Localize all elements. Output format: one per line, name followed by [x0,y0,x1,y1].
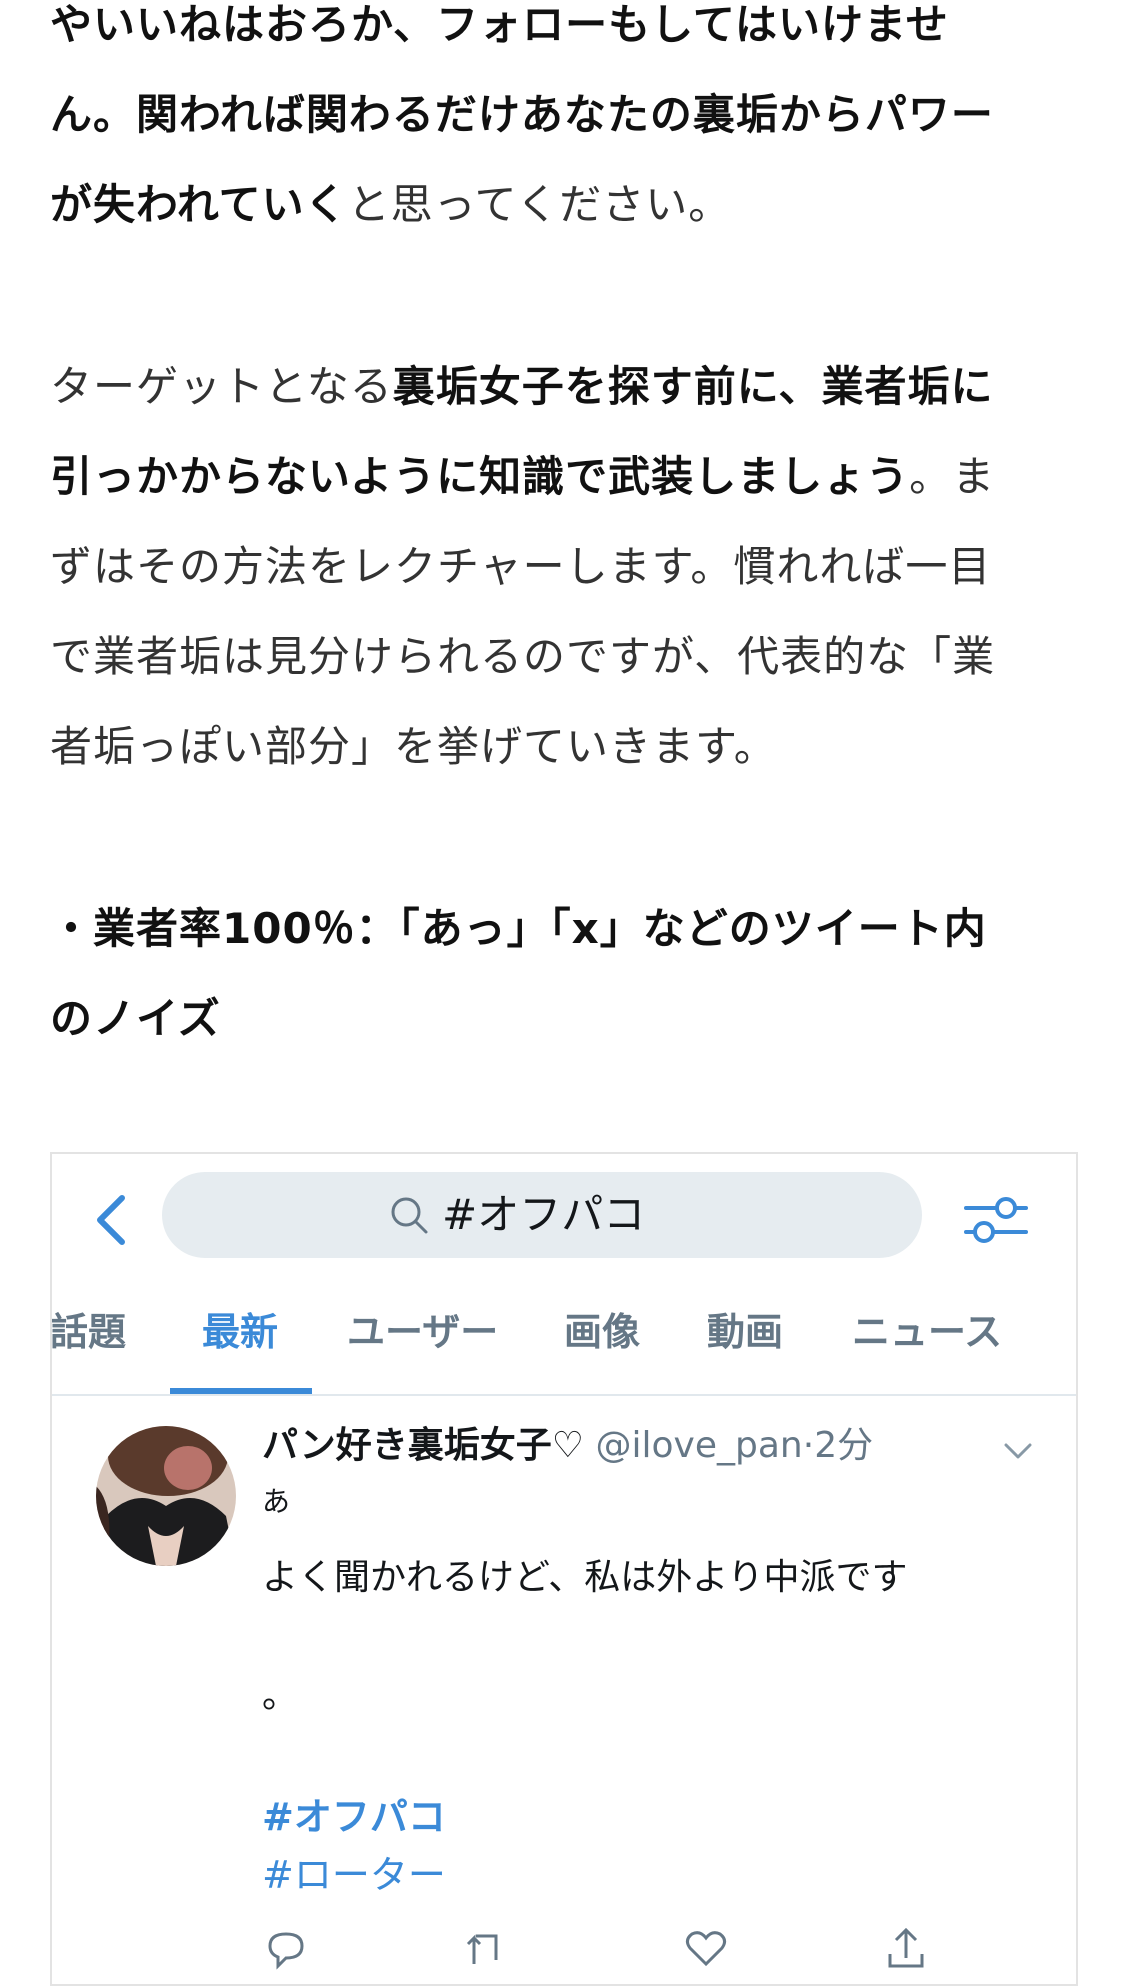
tweet-text: よく聞かれるけど、私は外より中派です [262,1557,908,1598]
avatar-image [96,1426,236,1566]
bold-text: 引っかからないように知識で武装しましょう [50,452,910,501]
tab-users[interactable]: ユーザー [347,1284,498,1394]
reply-icon[interactable] [262,1924,310,1972]
separator: · [802,1425,815,1466]
chevron-down-icon[interactable] [998,1436,1038,1466]
paragraph-line: 引っかからないように知識で武装しましょう。ま [50,432,1080,522]
paragraph-line: やいいねはおろか、フォローもしてはいけませ [50,0,1080,70]
bold-text: ん。関われば関わるだけあなたの裏垢からパワー [50,90,994,139]
paragraph-line: 者垢っぽい部分」を挙げていきます。 [50,702,1080,792]
active-tab-indicator [170,1388,312,1394]
plain-text: ターゲットとなる [50,362,393,411]
search-tabs: 話題 最新 ユーザー 画像 動画 ニュース [52,1284,1076,1396]
back-chevron-icon[interactable] [82,1184,142,1256]
bold-text: 裏垢女子を探す前に、業者垢に [392,362,994,411]
tweet-text: あ [262,1485,291,1518]
tab-latest[interactable]: 最新 [202,1284,278,1394]
paragraph-line: ずはその方法をレクチャーします。慣れれば一目 [50,522,1080,612]
avatar[interactable] [96,1426,236,1566]
plain-text: で業者垢は見分けられるのですが、代表的な「業 [50,632,996,681]
tweet-actions [262,1924,962,1984]
search-topbar: #オフパコ [52,1154,1076,1284]
bold-text: やいいねはおろか、フォローもしてはいけませ [50,0,949,49]
search-input[interactable]: #オフパコ [162,1172,922,1258]
plain-text: と思ってください。 [347,180,732,229]
section-heading: のノイズ [50,994,221,1043]
paragraph-line: が失われていくと思ってください。 [50,160,1080,250]
hashtag-link[interactable]: #オフパコ [262,1786,446,1841]
display-name[interactable]: パン好き裏垢女子♡ [262,1425,584,1466]
tweet-time: 2分 [814,1425,874,1466]
paragraph-line: で業者垢は見分けられるのですが、代表的な「業 [50,612,1080,702]
plain-text: ずはその方法をレクチャーします。慣れれば一目 [50,542,992,591]
tweet[interactable]: パン好き裏垢女子♡ @ilove_pan·2分 あ よく聞かれるけど、私は外より… [52,1396,1076,1984]
plain-text: 者垢っぽい部分」を挙げていきます。 [50,722,777,771]
tab-images[interactable]: 画像 [564,1284,640,1394]
bold-text: が失われていく [50,180,348,229]
filter-icon[interactable] [960,1184,1032,1256]
paragraph-line: ん。関われば関わるだけあなたの裏垢からパワー [50,70,1080,160]
retweet-icon[interactable] [462,1924,510,1972]
tweet-text: 。 [262,1675,299,1716]
hashtag-link[interactable]: #ローター [262,1844,446,1899]
paragraph-line: ターゲットとなる裏垢女子を探す前に、業者垢に [50,342,1080,432]
tweet-header: パン好き裏垢女子♡ @ilove_pan·2分 [262,1416,873,1476]
article-body: やいいねはおろか、フォローもしてはいけませ ん。関われば関わるだけあなたの裏垢か… [50,0,1080,1064]
tab-videos[interactable]: 動画 [707,1284,783,1394]
embedded-screenshot: #オフパコ 話題 最新 ユーザー 画像 動画 ニュース パン好き裏垢女子♡ @i… [50,1152,1078,1986]
plain-text: 。ま [909,452,996,501]
section-heading: ・業者率100％：「あっ」「x」などのツイート内 [50,904,987,953]
user-handle[interactable]: @ilove_pan [596,1425,803,1466]
search-query: #オフパコ [442,1190,646,1239]
share-icon[interactable] [882,1924,930,1972]
search-icon [391,1197,428,1234]
tab-top[interactable]: 話題 [52,1284,126,1394]
like-icon[interactable] [682,1924,730,1972]
tab-news[interactable]: ニュース [852,1284,1002,1394]
